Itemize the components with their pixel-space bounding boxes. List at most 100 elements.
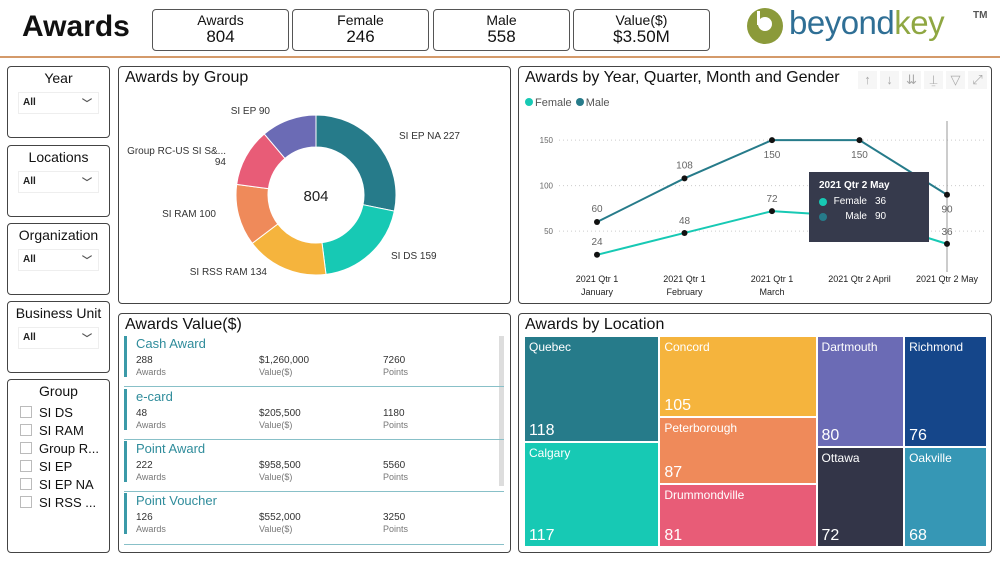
group-label: SI RSS ... — [39, 494, 97, 510]
data-point[interactable] — [856, 137, 863, 144]
treemap-value: 80 — [821, 427, 840, 445]
checkbox[interactable] — [20, 442, 32, 454]
group-item[interactable]: SI EP NA — [20, 475, 109, 493]
checkbox[interactable] — [20, 406, 32, 418]
data-label: 150 — [851, 150, 868, 161]
data-label: 72 — [766, 194, 778, 205]
data-point[interactable] — [769, 137, 775, 144]
chevron-down-icon: ﹀ — [82, 178, 92, 189]
value-amount: $958,500 — [259, 460, 301, 471]
data-label: 150 — [764, 150, 781, 161]
tooltip-dot — [819, 212, 827, 221]
data-point[interactable] — [944, 191, 950, 198]
checkbox[interactable] — [20, 424, 32, 436]
points: 7260 — [383, 355, 406, 366]
treemap-cell-oakville[interactable]: Oakville 68 — [905, 448, 986, 546]
slicer-title: Organization — [18, 227, 99, 243]
logo-text-part2: key — [894, 4, 945, 41]
treemap-cell-quebec[interactable]: Quebec 118 — [525, 337, 659, 441]
treemap-cell-ottawa[interactable]: Ottawa 72 — [817, 448, 904, 546]
group-list: SI DS SI RAM Group R... SI EP SI EP NA S… — [20, 403, 109, 511]
awards-count: 222 — [136, 460, 153, 471]
slicer-group: Group SI DS SI RAM Group R... SI EP SI E… — [7, 379, 110, 553]
treemap-value: 81 — [664, 526, 683, 544]
treemap-cell-concord[interactable]: Concord 105 — [660, 337, 816, 417]
treemap-value: 72 — [821, 526, 840, 544]
treemap-label: Oakville — [909, 451, 952, 466]
data-point[interactable] — [681, 229, 688, 236]
donut-slice-si-ds[interactable] — [321, 204, 395, 275]
checkbox[interactable] — [20, 460, 32, 472]
kpi-label: Value($) — [615, 12, 668, 28]
data-point[interactable] — [681, 175, 688, 182]
x-tick-label: January — [581, 287, 614, 297]
divider — [124, 439, 504, 440]
awards-by-time-panel: Awards by Year, Quarter, Month and Gende… — [518, 66, 992, 304]
treemap-cell-drummondville[interactable]: Drummondville 81 — [660, 485, 816, 546]
group-item[interactable]: SI RAM — [20, 421, 109, 439]
value-label: Value($) — [259, 420, 293, 430]
slicer-title: Locations — [28, 149, 89, 165]
awards-count: 126 — [136, 512, 153, 523]
award-card[interactable]: e-card 48 $205,500 1180 Awards Value($) Poin… — [124, 389, 504, 430]
treemap-cell-peterborough[interactable]: Peterborough 87 — [660, 418, 816, 484]
organization-dropdown[interactable]: All ﹀ — [18, 249, 99, 271]
treemap-value: 76 — [909, 427, 927, 445]
group-item[interactable]: Group R... — [20, 439, 109, 457]
treemap-cell-calgary[interactable]: Calgary 117 — [525, 442, 659, 546]
header: Awards Awards 804 Female 246 Male 558 Va… — [0, 0, 1000, 58]
group-item[interactable]: SI EP — [20, 457, 109, 475]
value-label: Value($) — [259, 367, 293, 377]
treemap-value: 117 — [529, 526, 555, 544]
data-label: 94 — [215, 157, 227, 168]
trademark: TM — [973, 10, 988, 21]
chevron-down-icon: ﹀ — [82, 256, 92, 267]
treemap-label: Ottawa — [821, 451, 860, 466]
awards-count: 48 — [136, 408, 148, 419]
data-point[interactable] — [594, 219, 600, 226]
data-point[interactable] — [769, 208, 775, 215]
kpi-value: 558 — [487, 27, 516, 46]
kpi-value: 804 — [206, 27, 235, 46]
treemap-cell-richmond[interactable]: Richmond 76 — [905, 337, 986, 447]
group-label: SI EP — [39, 458, 73, 474]
group-item[interactable]: SI DS — [20, 403, 109, 421]
data-point[interactable] — [594, 251, 600, 258]
x-tick-label: 2021 Qtr 2 April — [828, 274, 891, 284]
treemap-cell-dartmouth[interactable]: Dartmouth 80 — [817, 337, 904, 447]
checkbox[interactable] — [20, 496, 32, 508]
awards-value-panel: Awards Value($) Cash Award 288 $1,260,000… — [118, 313, 511, 553]
award-card[interactable]: Cash Award 288 $1,260,000 7260 Awards Value… — [124, 336, 504, 377]
treemap-label: Dartmouth — [821, 340, 878, 354]
slicer-organization: Organization All ﹀ — [7, 223, 110, 295]
data-label: 108 — [676, 160, 693, 171]
chevron-down-icon: ﹀ — [82, 334, 92, 345]
awards-label: Awards — [136, 524, 166, 534]
slicer-title: Business Unit — [15, 305, 102, 321]
treemap: Quebec 118 Calgary 117 Concord 105 Peterboroug… — [525, 337, 988, 548]
divider — [124, 544, 504, 545]
year-dropdown[interactable]: All ﹀ — [18, 92, 99, 114]
locations-dropdown[interactable]: All ﹀ — [18, 171, 99, 193]
points-label: Points — [383, 524, 409, 534]
awards-label: Awards — [136, 420, 166, 430]
card-title: Point Award — [136, 441, 206, 456]
data-label: SI RAM 100 — [162, 209, 216, 220]
value-amount: $205,500 — [259, 408, 301, 419]
data-label: SI DS 159 — [391, 251, 437, 262]
data-label: 60 — [591, 204, 603, 215]
data-label: 90 — [941, 205, 953, 216]
award-card[interactable]: Point Voucher 126 $552,000 3250 Awards Valu… — [124, 493, 504, 534]
kpi-value: 246 — [346, 27, 375, 46]
chart-tooltip: 2021 Qtr 2 May Female 36 Male 90 — [809, 172, 929, 242]
x-tick-label: 2021 Qtr 2 May — [916, 274, 979, 284]
checkbox[interactable] — [20, 478, 32, 490]
group-item[interactable]: SI RSS ... — [20, 493, 109, 511]
business-unit-dropdown[interactable]: All ﹀ — [18, 327, 99, 349]
award-card[interactable]: Point Award 222 $958,500 5560 Awards Value(… — [124, 441, 504, 482]
card-title: Cash Award — [136, 336, 206, 351]
slicer-title: Group — [39, 383, 78, 399]
treemap-value: 118 — [529, 421, 555, 439]
y-tick-label: 150 — [540, 136, 554, 145]
data-point[interactable] — [944, 240, 950, 247]
